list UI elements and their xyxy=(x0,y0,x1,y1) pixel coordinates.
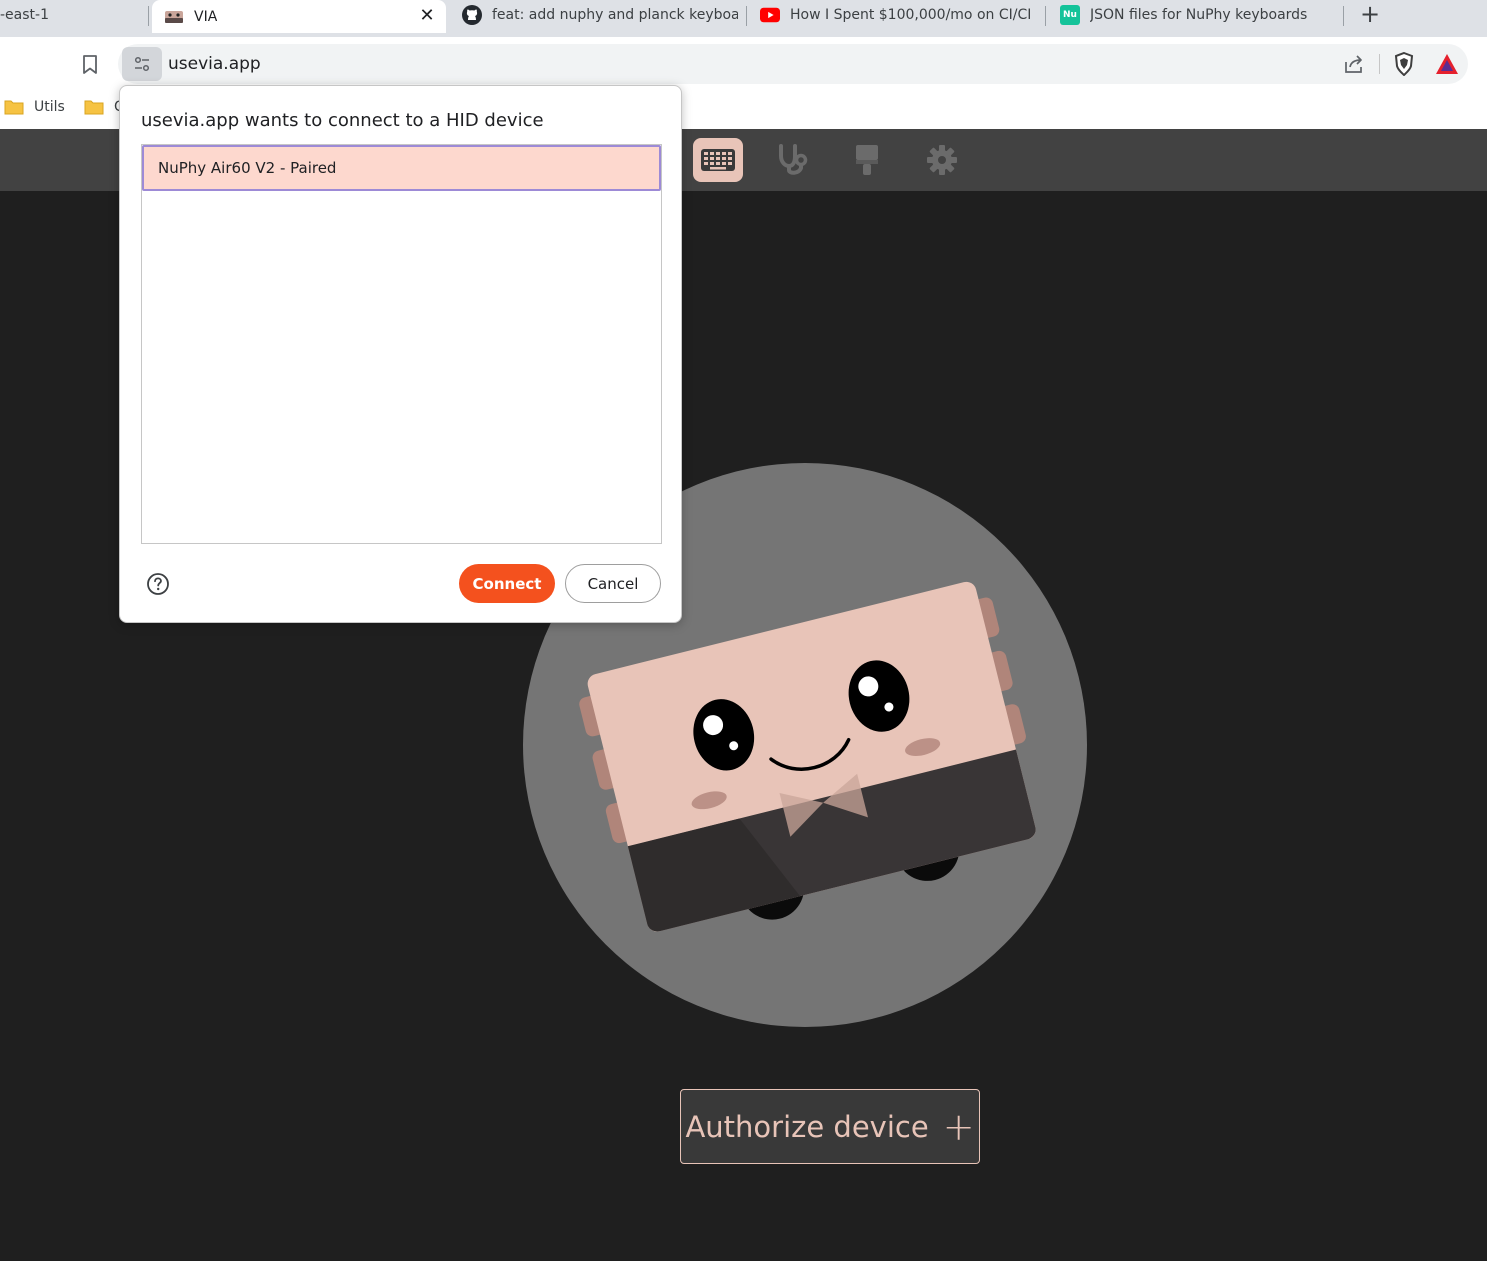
toolbar-divider xyxy=(1379,54,1380,74)
nav-configure[interactable] xyxy=(693,138,743,182)
tab-via[interactable]: VIA ✕ xyxy=(152,0,446,33)
tab-separator xyxy=(1045,6,1046,26)
paint-brush-icon xyxy=(856,145,878,175)
nav-settings[interactable] xyxy=(917,138,967,182)
address-bar[interactable]: usevia.app xyxy=(118,44,1468,84)
folder-icon xyxy=(84,100,104,115)
nuphy-icon-text: Nu xyxy=(1063,10,1077,20)
url-text[interactable]: usevia.app xyxy=(168,54,261,74)
device-list-item[interactable]: NuPhy Air60 V2 - Paired xyxy=(142,145,661,191)
brave-rewards-icon[interactable] xyxy=(1435,52,1459,76)
site-settings-icon[interactable] xyxy=(122,47,162,81)
tab-title: JSON files for NuPhy keyboards xyxy=(1090,7,1308,23)
bookmark-folder-utils[interactable]: Utils xyxy=(4,99,65,115)
tab-aws[interactable]: -east-1 xyxy=(0,0,140,30)
tab-separator xyxy=(148,6,149,26)
bookmark-icon[interactable] xyxy=(80,54,100,74)
authorize-device-button[interactable]: Authorize device + xyxy=(680,1089,980,1164)
close-icon[interactable]: ✕ xyxy=(418,7,436,25)
via-icon xyxy=(164,7,184,27)
youtube-icon xyxy=(760,5,780,25)
keyboard-icon xyxy=(701,149,735,171)
tab-separator xyxy=(1343,6,1344,26)
cancel-button[interactable]: Cancel xyxy=(565,564,661,603)
github-icon xyxy=(462,5,482,25)
device-label: NuPhy Air60 V2 - Paired xyxy=(158,159,337,177)
tab-nuphy[interactable]: Nu JSON files for NuPhy keyboards xyxy=(1060,0,1330,30)
device-list[interactable]: NuPhy Air60 V2 - Paired xyxy=(141,144,662,544)
brave-shield-icon[interactable] xyxy=(1392,52,1416,76)
nuphy-icon: Nu xyxy=(1060,5,1080,25)
share-icon[interactable] xyxy=(1342,52,1366,76)
tab-strip: -east-1 VIA ✕ feat: add nuphy and planck… xyxy=(0,0,1487,37)
tab-title: VIA xyxy=(194,8,218,25)
tab-youtube[interactable]: How I Spent $100,000/mo on CI/CD xyxy=(760,0,1030,30)
browser-toolbar: usevia.app xyxy=(0,37,1487,91)
tab-title: How I Spent $100,000/mo on CI/CD xyxy=(790,7,1030,23)
tab-github[interactable]: feat: add nuphy and planck keyboard xyxy=(462,0,738,30)
connect-button[interactable]: Connect xyxy=(459,564,555,603)
new-tab-button[interactable]: + xyxy=(1357,2,1383,28)
bookmark-label: Utils xyxy=(34,99,65,115)
stethoscope-icon xyxy=(779,144,808,175)
folder-icon xyxy=(4,100,24,115)
tab-title: feat: add nuphy and planck keyboard xyxy=(492,7,738,23)
gear-icon xyxy=(927,145,957,175)
bookmark-folder-c[interactable]: C xyxy=(84,99,124,115)
plus-icon: + xyxy=(942,1104,975,1149)
tab-title: -east-1 xyxy=(0,7,49,23)
nav-test[interactable] xyxy=(767,138,817,182)
nav-design[interactable] xyxy=(842,138,892,182)
dialog-title: usevia.app wants to connect to a HID dev… xyxy=(141,110,544,131)
tab-separator xyxy=(746,6,747,26)
hid-device-chooser-dialog: usevia.app wants to connect to a HID dev… xyxy=(119,85,682,623)
help-icon[interactable] xyxy=(146,572,170,596)
authorize-label: Authorize device xyxy=(685,1109,929,1144)
